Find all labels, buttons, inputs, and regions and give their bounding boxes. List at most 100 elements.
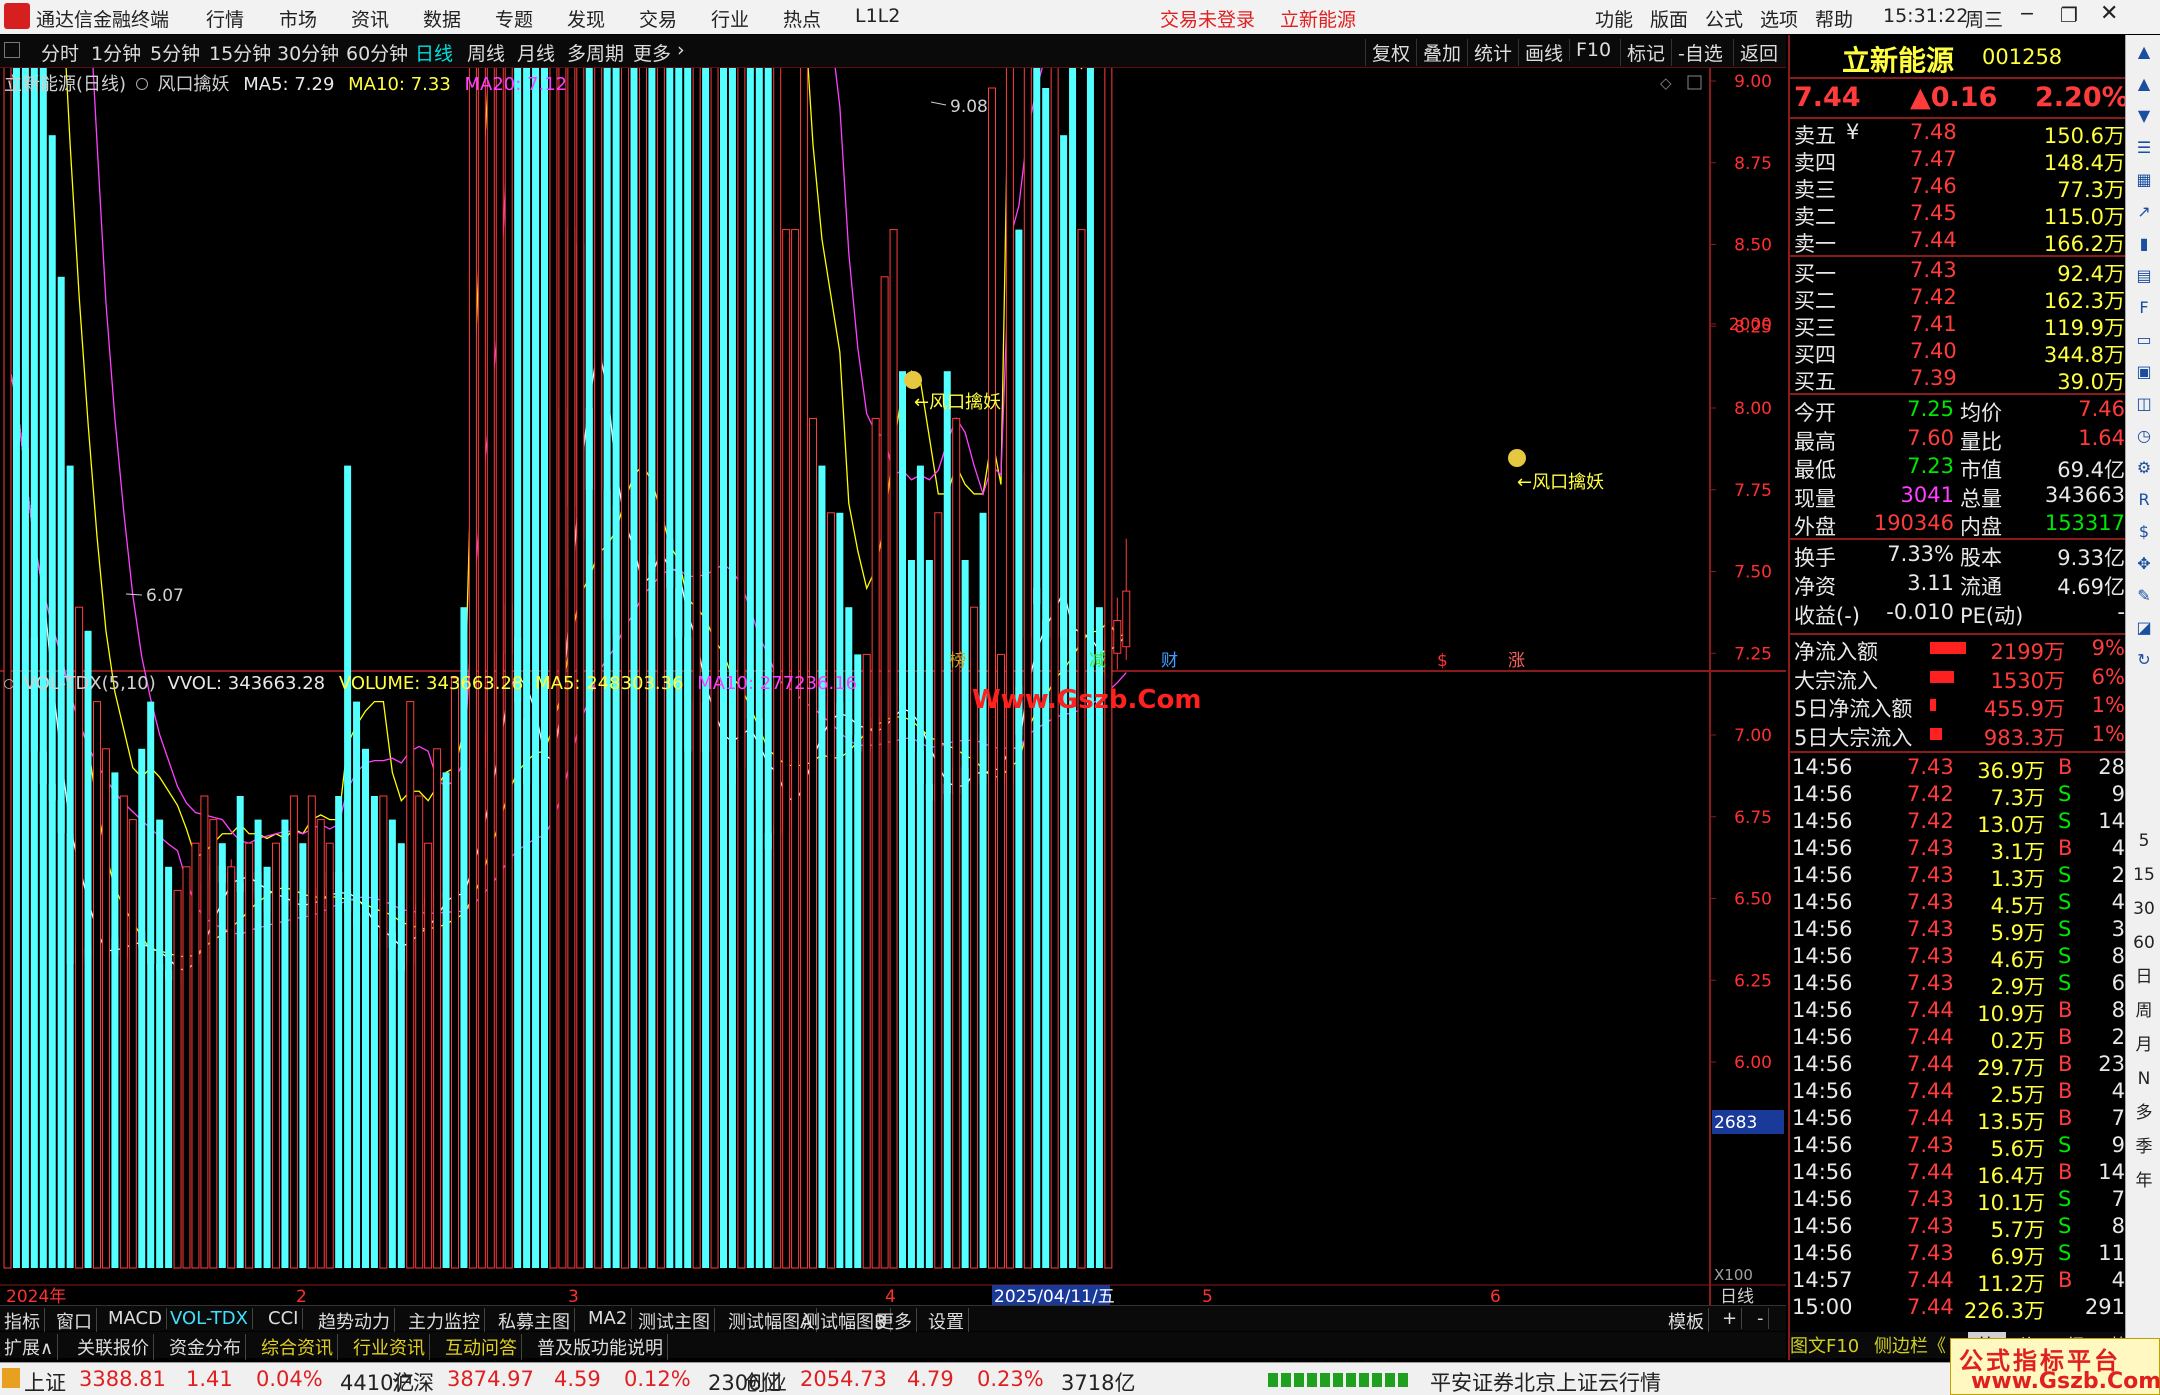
period-tab-more[interactable]: 更多 xyxy=(633,39,671,66)
indicator-tab[interactable]: CCI xyxy=(268,1308,304,1329)
event-marker-rank[interactable]: 榜 xyxy=(949,651,966,671)
bid-row[interactable]: 买二 7.42 162.3万 xyxy=(1790,285,2127,313)
rsi-icon[interactable]: R xyxy=(2131,487,2157,513)
menu-item-layout[interactable]: 版面 xyxy=(1650,5,1688,32)
period-tab[interactable]: 30分钟 xyxy=(277,39,339,66)
menu-item-quotes[interactable]: 行情 xyxy=(206,5,244,32)
tool-button[interactable]: 统计 xyxy=(1467,39,1518,66)
sync-icon[interactable]: ↻ xyxy=(2131,647,2157,673)
menu-item-hot[interactable]: 热点 xyxy=(783,5,821,32)
side-period-button[interactable]: 15 xyxy=(2131,862,2157,888)
indicator-tab[interactable]: MA2 xyxy=(588,1308,633,1329)
tool-button[interactable]: 画线 xyxy=(1518,39,1569,66)
side-period-button[interactable]: 月 xyxy=(2131,1032,2157,1058)
f10-icon[interactable]: F xyxy=(2131,295,2157,321)
index-name[interactable]: 创业 xyxy=(745,1367,787,1395)
event-marker-reduce[interactable]: 减 xyxy=(1089,651,1106,671)
indicator-tab[interactable]: 设置 xyxy=(928,1308,969,1334)
period-tab[interactable]: 60分钟 xyxy=(346,39,408,66)
table-icon[interactable]: ▤ xyxy=(2131,263,2157,289)
side-period-button[interactable]: 年 xyxy=(2131,1168,2157,1194)
info-tab[interactable]: 行业资讯 xyxy=(353,1334,430,1360)
ask-row[interactable]: 卖一 7.44 166.2万 xyxy=(1790,228,2127,256)
side-period-button[interactable]: 多 xyxy=(2131,1100,2157,1126)
ask-row[interactable]: 卖四 7.47 148.4万 xyxy=(1790,147,2127,175)
bid-row[interactable]: 买四 7.40 344.8万 xyxy=(1790,339,2127,367)
indicator-tab[interactable]: 测试主图 xyxy=(638,1308,715,1334)
bid-row[interactable]: 买三 7.41 119.9万 xyxy=(1790,312,2127,340)
indicator-tab[interactable]: VOL-TDX xyxy=(170,1308,253,1329)
side-period-button[interactable]: 5 xyxy=(2131,828,2157,854)
sidebar-tab[interactable]: 侧边栏《 xyxy=(1874,1332,1946,1358)
side-period-button[interactable]: 季 xyxy=(2131,1134,2157,1160)
indicator-tab[interactable]: 主力监控 xyxy=(408,1308,485,1334)
indicator-tab[interactable]: 趋势动力 xyxy=(318,1308,395,1334)
menu-item-options[interactable]: 选项 xyxy=(1760,5,1798,32)
clock-icon[interactable]: ◷ xyxy=(2131,423,2157,449)
index-name[interactable]: 上证 xyxy=(24,1367,66,1395)
arrow-up-icon[interactable]: ▲ xyxy=(2131,39,2157,65)
period-tab[interactable]: 分时 xyxy=(41,39,79,66)
ask-row[interactable]: 卖二 7.45 115.0万 xyxy=(1790,201,2127,229)
tool-button[interactable]: 复权 xyxy=(1365,39,1416,66)
period-tab[interactable]: 1分钟 xyxy=(91,39,141,66)
tool-button[interactable]: F10 xyxy=(1569,39,1617,61)
menu-item-discover[interactable]: 发现 xyxy=(567,5,605,32)
minimize-icon[interactable]: ‒ xyxy=(2020,1,2034,26)
tool-button[interactable]: -自选 xyxy=(1671,39,1729,66)
panel-toggle-icon[interactable] xyxy=(4,42,20,58)
settings-circle-icon[interactable] xyxy=(135,78,148,90)
menu-item-l1l2[interactable]: L1L2 xyxy=(855,5,900,27)
index-name[interactable]: 沪深 xyxy=(392,1367,434,1395)
bid-row[interactable]: 买一 7.43 92.4万 xyxy=(1790,258,2127,286)
f10-tab[interactable]: 图文F10 xyxy=(1790,1332,1859,1358)
line-chart-icon[interactable]: ↗ xyxy=(2131,199,2157,225)
tool-button[interactable]: 标记 xyxy=(1620,39,1671,66)
indicator-tab[interactable]: 私募主图 xyxy=(498,1308,575,1334)
side-period-button[interactable]: 日 xyxy=(2131,964,2157,990)
vol-title[interactable]: VOL-TDX(5,10) xyxy=(24,673,156,694)
menu-item-trade[interactable]: 交易 xyxy=(639,5,677,32)
template-button[interactable]: 模板 xyxy=(1668,1308,1709,1334)
menu-item-industry[interactable]: 行业 xyxy=(711,5,749,32)
window-icon[interactable] xyxy=(1687,75,1702,90)
tool-button[interactable]: 叠加 xyxy=(1416,39,1467,66)
period-tab[interactable]: 月线 xyxy=(517,39,555,66)
fs-icon[interactable]: ◫ xyxy=(2131,391,2157,417)
indicator-tab[interactable]: MACD xyxy=(108,1308,167,1329)
candle-icon[interactable]: ▮ xyxy=(2131,231,2157,257)
side-period-button[interactable]: 周 xyxy=(2131,998,2157,1024)
add-pane-button[interactable]: + xyxy=(1722,1308,1743,1329)
menu-item-data[interactable]: 数据 xyxy=(423,5,461,32)
info-tab[interactable]: 扩展∧ xyxy=(4,1334,59,1360)
diamond-icon[interactable]: ◇ xyxy=(1660,74,1672,92)
indicator-tab[interactable]: 指标 xyxy=(4,1308,45,1334)
restore-icon[interactable]: ❐ xyxy=(2060,3,2078,27)
list-icon[interactable]: ☰ xyxy=(2131,135,2157,161)
period-tab[interactable]: 周线 xyxy=(467,39,505,66)
side-period-button[interactable]: 60 xyxy=(2131,930,2157,956)
indicator-tab[interactable]: 窗口 xyxy=(56,1308,97,1334)
settings-icon[interactable]: ⚙ xyxy=(2131,455,2157,481)
pen-icon[interactable]: ✎ xyxy=(2131,583,2157,609)
event-marker-limit[interactable]: 涨 xyxy=(1508,651,1525,671)
info-tab[interactable]: 互动问答 xyxy=(445,1334,522,1360)
menu-item-help[interactable]: 帮助 xyxy=(1815,5,1853,32)
menu-item-news[interactable]: 资讯 xyxy=(351,5,389,32)
arrow-up-icon[interactable]: ▲ xyxy=(2131,71,2157,97)
remove-pane-button[interactable]: - xyxy=(1757,1308,1769,1329)
period-tab[interactable]: 5分钟 xyxy=(150,39,200,66)
menu-item-function[interactable]: 功能 xyxy=(1595,5,1633,32)
chevron-right-icon[interactable]: › xyxy=(677,39,685,61)
tool-button[interactable]: 返回 xyxy=(1733,39,1784,66)
dollar-icon[interactable]: $ xyxy=(2131,519,2157,545)
period-tab[interactable]: 15分钟 xyxy=(209,39,271,66)
event-marker-dollar[interactable]: $ xyxy=(1437,651,1448,671)
event-marker-finance[interactable]: 财 xyxy=(1161,651,1178,671)
indicator-name[interactable]: 风口擒妖 xyxy=(158,74,230,95)
news-icon[interactable]: ▭ xyxy=(2131,327,2157,353)
bid-row[interactable]: 买五 7.39 39.0万 xyxy=(1790,366,2127,394)
login-status[interactable]: 交易未登录 xyxy=(1160,5,1255,32)
side-period-button[interactable]: 30 xyxy=(2131,896,2157,922)
grid-icon[interactable]: ▦ xyxy=(2131,167,2157,193)
